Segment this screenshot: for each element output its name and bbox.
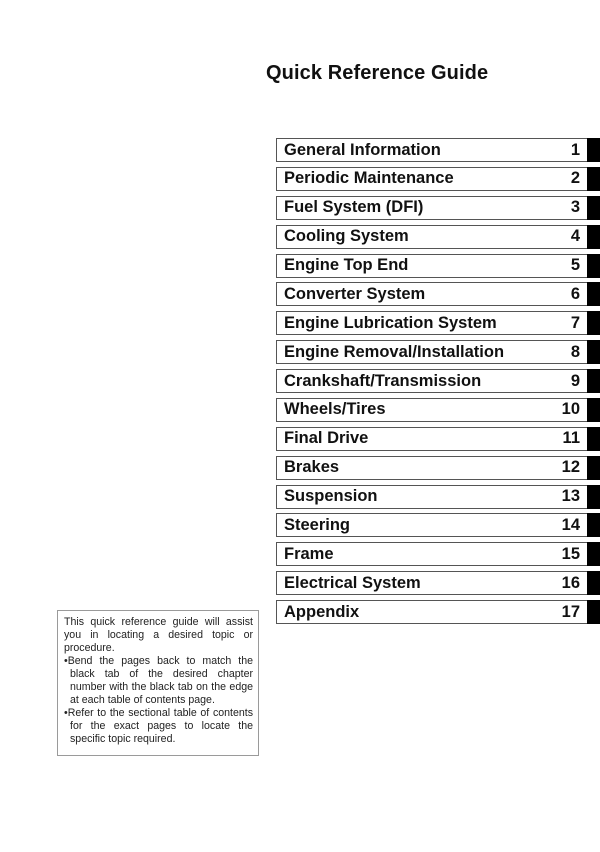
chapter-link[interactable]: Appendix 17 xyxy=(276,600,587,624)
black-tab-marker xyxy=(587,224,600,249)
chapter-row-7[interactable]: Engine Lubrication System 7 xyxy=(276,311,600,336)
black-tab-marker xyxy=(587,513,600,538)
black-tab-marker xyxy=(587,195,600,220)
chapter-label: Electrical System xyxy=(284,573,421,592)
chapter-number: 17 xyxy=(561,602,580,621)
chapter-link[interactable]: Steering 14 xyxy=(276,513,587,538)
chapter-number: 5 xyxy=(570,256,580,274)
chapter-label: Cooling System xyxy=(284,227,409,246)
chapter-number: 6 xyxy=(570,284,580,303)
chapter-row-15[interactable]: Frame 15 xyxy=(276,542,600,567)
chapter-label: Steering xyxy=(284,515,351,534)
black-tab-marker xyxy=(587,455,600,480)
chapter-link[interactable]: Final Drive 11 xyxy=(276,426,587,451)
note-intro: This quick reference guide will assist y… xyxy=(64,616,253,654)
black-tab-marker xyxy=(587,311,600,336)
chapter-number: 2 xyxy=(570,169,580,188)
black-tab-marker xyxy=(587,282,600,307)
chapter-row-4[interactable]: Cooling System 4 xyxy=(276,224,600,249)
chapter-number: 4 xyxy=(570,227,580,246)
chapter-label: Engine Lubrication System xyxy=(284,313,497,332)
chapter-row-12[interactable]: Brakes 12 xyxy=(276,455,600,480)
chapter-label: General Information xyxy=(284,140,441,159)
chapter-link[interactable]: Wheels/Tires 10 xyxy=(276,397,587,422)
chapter-number: 10 xyxy=(561,400,580,419)
chapter-link[interactable]: Engine Lubrication System 7 xyxy=(276,311,587,336)
black-tab-marker xyxy=(587,484,600,509)
chapter-label: Engine Removal/Installation xyxy=(284,342,505,361)
chapter-link[interactable]: General Information 1 xyxy=(276,138,587,162)
black-tab-marker xyxy=(587,542,600,567)
chapter-number: 11 xyxy=(562,429,580,448)
chapter-link[interactable]: Fuel System (DFI) 3 xyxy=(276,195,587,220)
black-tab-marker xyxy=(587,426,600,451)
chapter-row-9[interactable]: Crankshaft/Transmission 9 xyxy=(276,369,600,393)
chapter-number: 13 xyxy=(561,487,580,505)
chapter-row-16[interactable]: Electrical System 16 xyxy=(276,571,600,596)
page-title: Quick Reference Guide xyxy=(266,62,489,84)
black-tab-marker xyxy=(587,253,600,278)
black-tab-marker xyxy=(587,571,600,596)
chapter-label: Suspension xyxy=(284,487,378,505)
chapter-label: Fuel System (DFI) xyxy=(284,198,424,217)
chapter-label: Periodic Maintenance xyxy=(284,169,454,188)
note-bullet: •Bend the pages back to match the black … xyxy=(64,655,253,706)
chapter-number: 15 xyxy=(561,544,580,563)
black-tab-marker xyxy=(587,138,600,162)
chapter-link[interactable]: Crankshaft/Transmission 9 xyxy=(276,369,587,393)
chapter-row-8[interactable]: Engine Removal/Installation 8 xyxy=(276,340,600,365)
chapter-row-5[interactable]: Engine Top End 5 xyxy=(276,253,600,278)
chapter-link[interactable]: Suspension 13 xyxy=(276,484,587,509)
black-tab-marker xyxy=(587,166,600,191)
chapter-index: General Information 1 Periodic Maintenan… xyxy=(276,138,600,629)
chapter-link[interactable]: Engine Top End 5 xyxy=(276,253,587,278)
black-tab-marker xyxy=(587,369,600,393)
chapter-row-6[interactable]: Converter System 6 xyxy=(276,282,600,307)
chapter-number: 9 xyxy=(570,371,580,390)
chapter-label: Wheels/Tires xyxy=(284,400,386,419)
black-tab-marker xyxy=(587,340,600,365)
chapter-label: Appendix xyxy=(284,602,360,621)
chapter-link[interactable]: Electrical System 16 xyxy=(276,571,587,596)
chapter-label: Brakes xyxy=(284,458,340,477)
chapter-row-14[interactable]: Steering 14 xyxy=(276,513,600,538)
chapter-number: 7 xyxy=(570,313,580,332)
chapter-label: Converter System xyxy=(284,284,426,303)
chapter-number: 12 xyxy=(561,458,580,477)
chapter-link[interactable]: Converter System 6 xyxy=(276,282,587,307)
black-tab-marker xyxy=(587,600,600,624)
chapter-label: Final Drive xyxy=(284,429,369,448)
chapter-number: 3 xyxy=(570,198,580,217)
chapter-row-11[interactable]: Final Drive 11 xyxy=(276,426,600,451)
chapter-label: Engine Top End xyxy=(284,256,409,274)
chapter-row-13[interactable]: Suspension 13 xyxy=(276,484,600,509)
chapter-link[interactable]: Engine Removal/Installation 8 xyxy=(276,340,587,365)
chapter-row-3[interactable]: Fuel System (DFI) 3 xyxy=(276,195,600,220)
usage-note-box: This quick reference guide will assist y… xyxy=(57,610,259,756)
chapter-row-10[interactable]: Wheels/Tires 10 xyxy=(276,397,600,422)
chapter-label: Crankshaft/Transmission xyxy=(284,371,482,390)
chapter-link[interactable]: Cooling System 4 xyxy=(276,224,587,249)
note-bullet: •Refer to the sectional table of content… xyxy=(64,707,253,745)
chapter-link[interactable]: Brakes 12 xyxy=(276,455,587,480)
chapter-number: 1 xyxy=(570,140,580,159)
chapter-number: 14 xyxy=(561,515,580,534)
chapter-row-17[interactable]: Appendix 17 xyxy=(276,600,600,624)
chapter-number: 8 xyxy=(570,342,580,361)
chapter-row-2[interactable]: Periodic Maintenance 2 xyxy=(276,166,600,191)
chapter-link[interactable]: Periodic Maintenance 2 xyxy=(276,166,587,191)
chapter-link[interactable]: Frame 15 xyxy=(276,542,587,567)
chapter-row-1[interactable]: General Information 1 xyxy=(276,138,600,162)
chapter-label: Frame xyxy=(284,544,334,563)
chapter-number: 16 xyxy=(561,573,580,592)
black-tab-marker xyxy=(587,397,600,422)
